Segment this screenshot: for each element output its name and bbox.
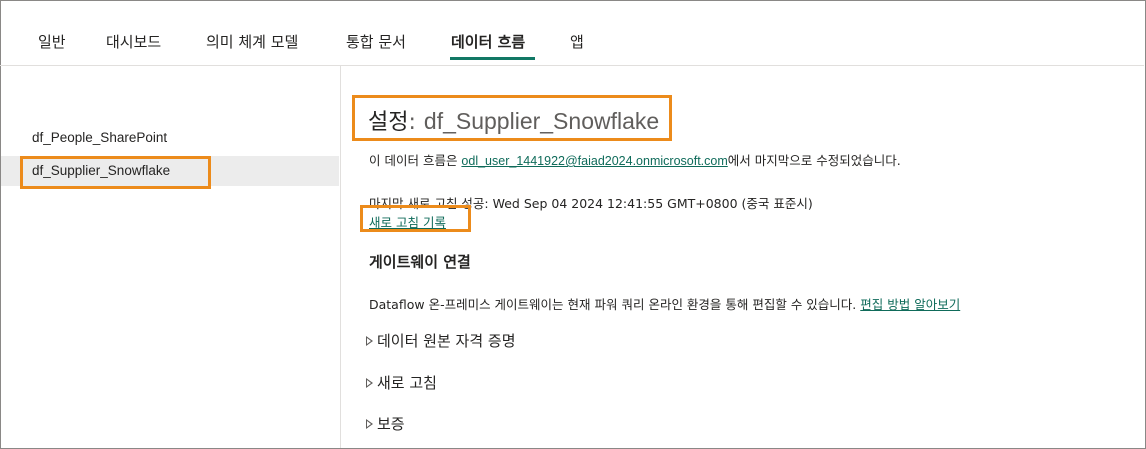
modified-suffix: 에서 마지막으로 수정되었습니다. [727,153,901,168]
caret-right-icon [366,377,373,388]
tab-general[interactable]: 일반 [38,31,66,52]
tab-dataflows[interactable]: 데이터 흐름 [451,31,525,52]
expander-label: 새로 고침 [377,374,437,392]
highlight-box-refresh-history [360,205,471,232]
gateway-text: Dataflow 온-프레미스 게이트웨이는 현재 파워 쿼리 온라인 환경을 … [369,297,861,312]
expander-data-source-credentials[interactable]: 데이터 원본 자격 증명 [366,330,516,351]
expander-endorsement[interactable]: 보증 [366,413,405,434]
gateway-heading: 게이트웨이 연결 [369,253,471,271]
highlight-box-sidebar-item [20,156,211,189]
expander-label: 보증 [377,415,405,433]
learn-edit-link[interactable]: 편집 방법 알아보기 [860,297,960,312]
highlight-box-title [352,95,672,141]
modified-user-link[interactable]: odl_user_1441922@faiad2024.onmicrosoft.c… [461,154,727,168]
caret-right-icon [366,335,373,346]
gateway-description: Dataflow 온-프레미스 게이트웨이는 현재 파워 쿼리 온라인 환경을 … [369,294,960,313]
tab-semantic-models[interactable]: 의미 체계 모델 [206,31,298,52]
sidebar-item-df-people-sharepoint[interactable]: df_People_SharePoint [1,123,339,153]
tab-dashboards[interactable]: 대시보드 [106,31,161,52]
tab-workbooks[interactable]: 통합 문서 [346,31,406,52]
active-tab-indicator [450,57,535,60]
modified-by-text: 이 데이터 흐름은 odl_user_1441922@faiad2024.onm… [369,150,901,169]
expander-refresh[interactable]: 새로 고침 [366,372,437,393]
expander-label: 데이터 원본 자격 증명 [377,332,516,350]
modified-prefix: 이 데이터 흐름은 [369,153,462,168]
window-frame [0,0,1146,449]
tab-apps[interactable]: 앱 [570,31,584,52]
vertical-divider [340,66,341,448]
tab-bar: 일반 대시보드 의미 체계 모델 통합 문서 데이터 흐름 앱 [0,0,1144,66]
caret-right-icon [366,418,373,429]
